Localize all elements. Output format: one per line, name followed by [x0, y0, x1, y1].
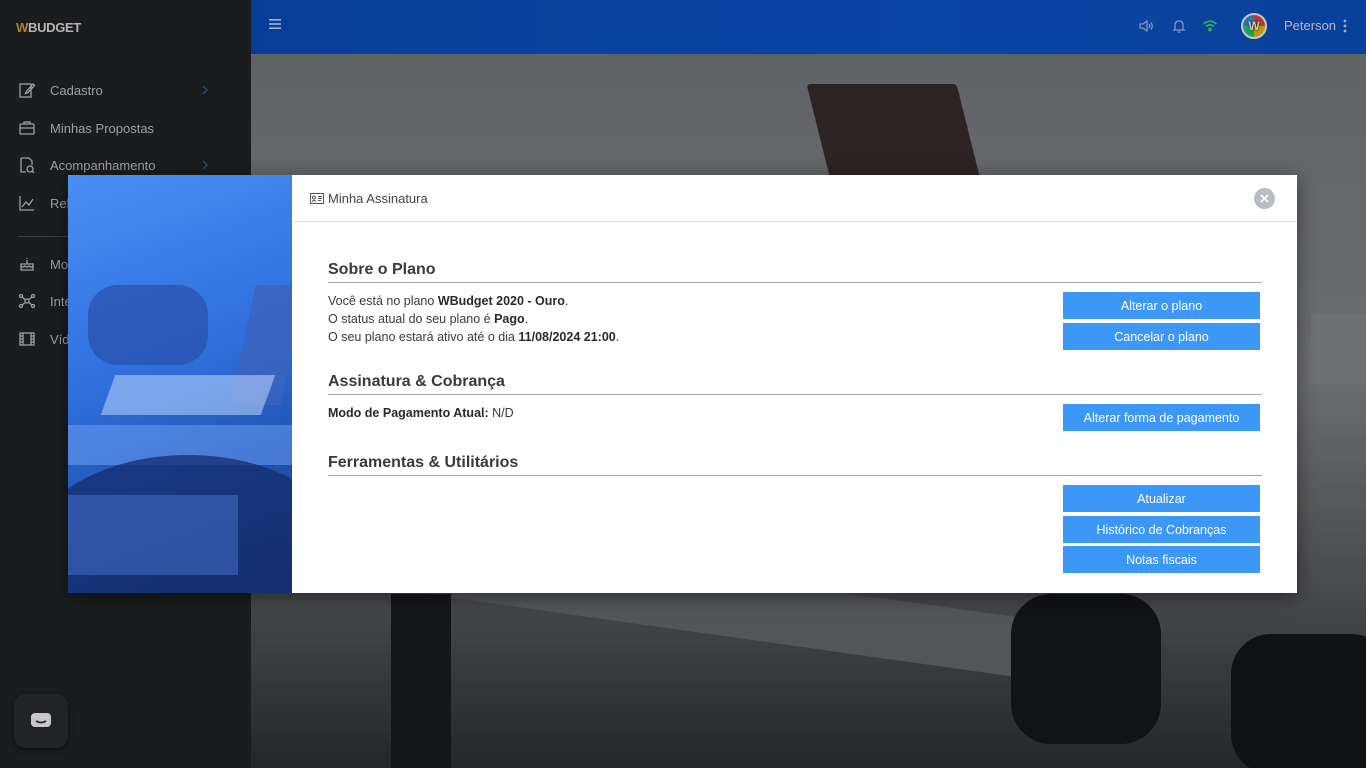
plan-name: WBudget 2020 - Ouro [437, 294, 565, 308]
modal-content: Minha Assinatura Sobre o Plano Você está… [292, 175, 1297, 593]
film-icon [19, 332, 35, 346]
volume-icon[interactable] [1138, 18, 1154, 34]
kebab-menu-icon[interactable] [1343, 19, 1347, 33]
chat-button[interactable] [14, 694, 68, 748]
modal-title: Minha Assinatura [328, 190, 428, 206]
plan-status: Pago [494, 312, 525, 326]
sidebar-item-label: Rel [50, 195, 70, 211]
id-card-icon [310, 192, 324, 204]
section-tools: Ferramentas & Utilitários [328, 454, 1262, 476]
chevron-right-icon [202, 160, 208, 170]
payment-mode-label: Modo de Pagamento Atual: [328, 406, 489, 420]
edit-icon [19, 83, 36, 98]
hamburger-menu-icon[interactable] [269, 18, 281, 30]
wifi-icon[interactable] [1202, 18, 1218, 34]
bell-icon[interactable] [1171, 18, 1187, 34]
modal-header: Minha Assinatura [292, 175, 1297, 222]
modal-side-image [68, 175, 292, 593]
invoices-button[interactable]: Notas fiscais [1063, 546, 1260, 573]
background-cup [1231, 634, 1366, 768]
subscription-modal: Minha Assinatura Sobre o Plano Você está… [68, 175, 1297, 593]
sidebar-item-label: Víd [50, 331, 70, 347]
background-cup [1011, 594, 1161, 744]
chat-icon [31, 713, 51, 727]
active-until: 11/08/2024 21:00 [518, 330, 616, 344]
payment-mode-value: N/D [488, 406, 514, 420]
app-logo[interactable]: WBUDGET [16, 20, 81, 35]
briefcase-icon [19, 121, 35, 135]
background-table-leg [391, 594, 451, 768]
avatar[interactable]: W [1241, 13, 1267, 39]
sidebar-item-label: Minhas Propostas [50, 120, 155, 136]
username[interactable]: Peterson [1284, 18, 1336, 33]
sidebar-item-label: Mo [50, 256, 69, 272]
update-button[interactable]: Atualizar [1063, 485, 1260, 512]
billing-history-button[interactable]: Histórico de Cobranças [1063, 516, 1260, 543]
close-icon [1260, 194, 1269, 203]
chevron-right-icon [202, 85, 208, 95]
cancel-plan-button[interactable]: Cancelar o plano [1063, 323, 1260, 350]
background-shelf [1311, 314, 1366, 384]
change-payment-button[interactable]: Alterar forma de pagamento [1063, 404, 1260, 431]
sidebar-item-cadastro[interactable]: Cadastro [0, 72, 251, 108]
section-heading: Assinatura & Cobrança [328, 373, 1262, 395]
top-bar: W Peterson [251, 0, 1366, 54]
avatar-letter: W [1248, 19, 1260, 33]
sidebar-item-label: Cadastro [50, 82, 103, 98]
change-plan-button[interactable]: Alterar o plano [1063, 292, 1260, 319]
cake-icon [20, 258, 34, 271]
chart-icon [19, 196, 34, 211]
sidebar-item-label: Acompanhamento [50, 157, 156, 173]
background-laptop [806, 84, 982, 184]
network-icon [18, 293, 36, 309]
sidebar-item-minhas-propostas[interactable]: Minhas Propostas [0, 110, 251, 146]
close-button[interactable] [1254, 188, 1275, 209]
section-heading: Ferramentas & Utilitários [328, 454, 1262, 476]
document-search-icon [20, 157, 35, 174]
section-heading: Sobre o Plano [328, 261, 1262, 283]
